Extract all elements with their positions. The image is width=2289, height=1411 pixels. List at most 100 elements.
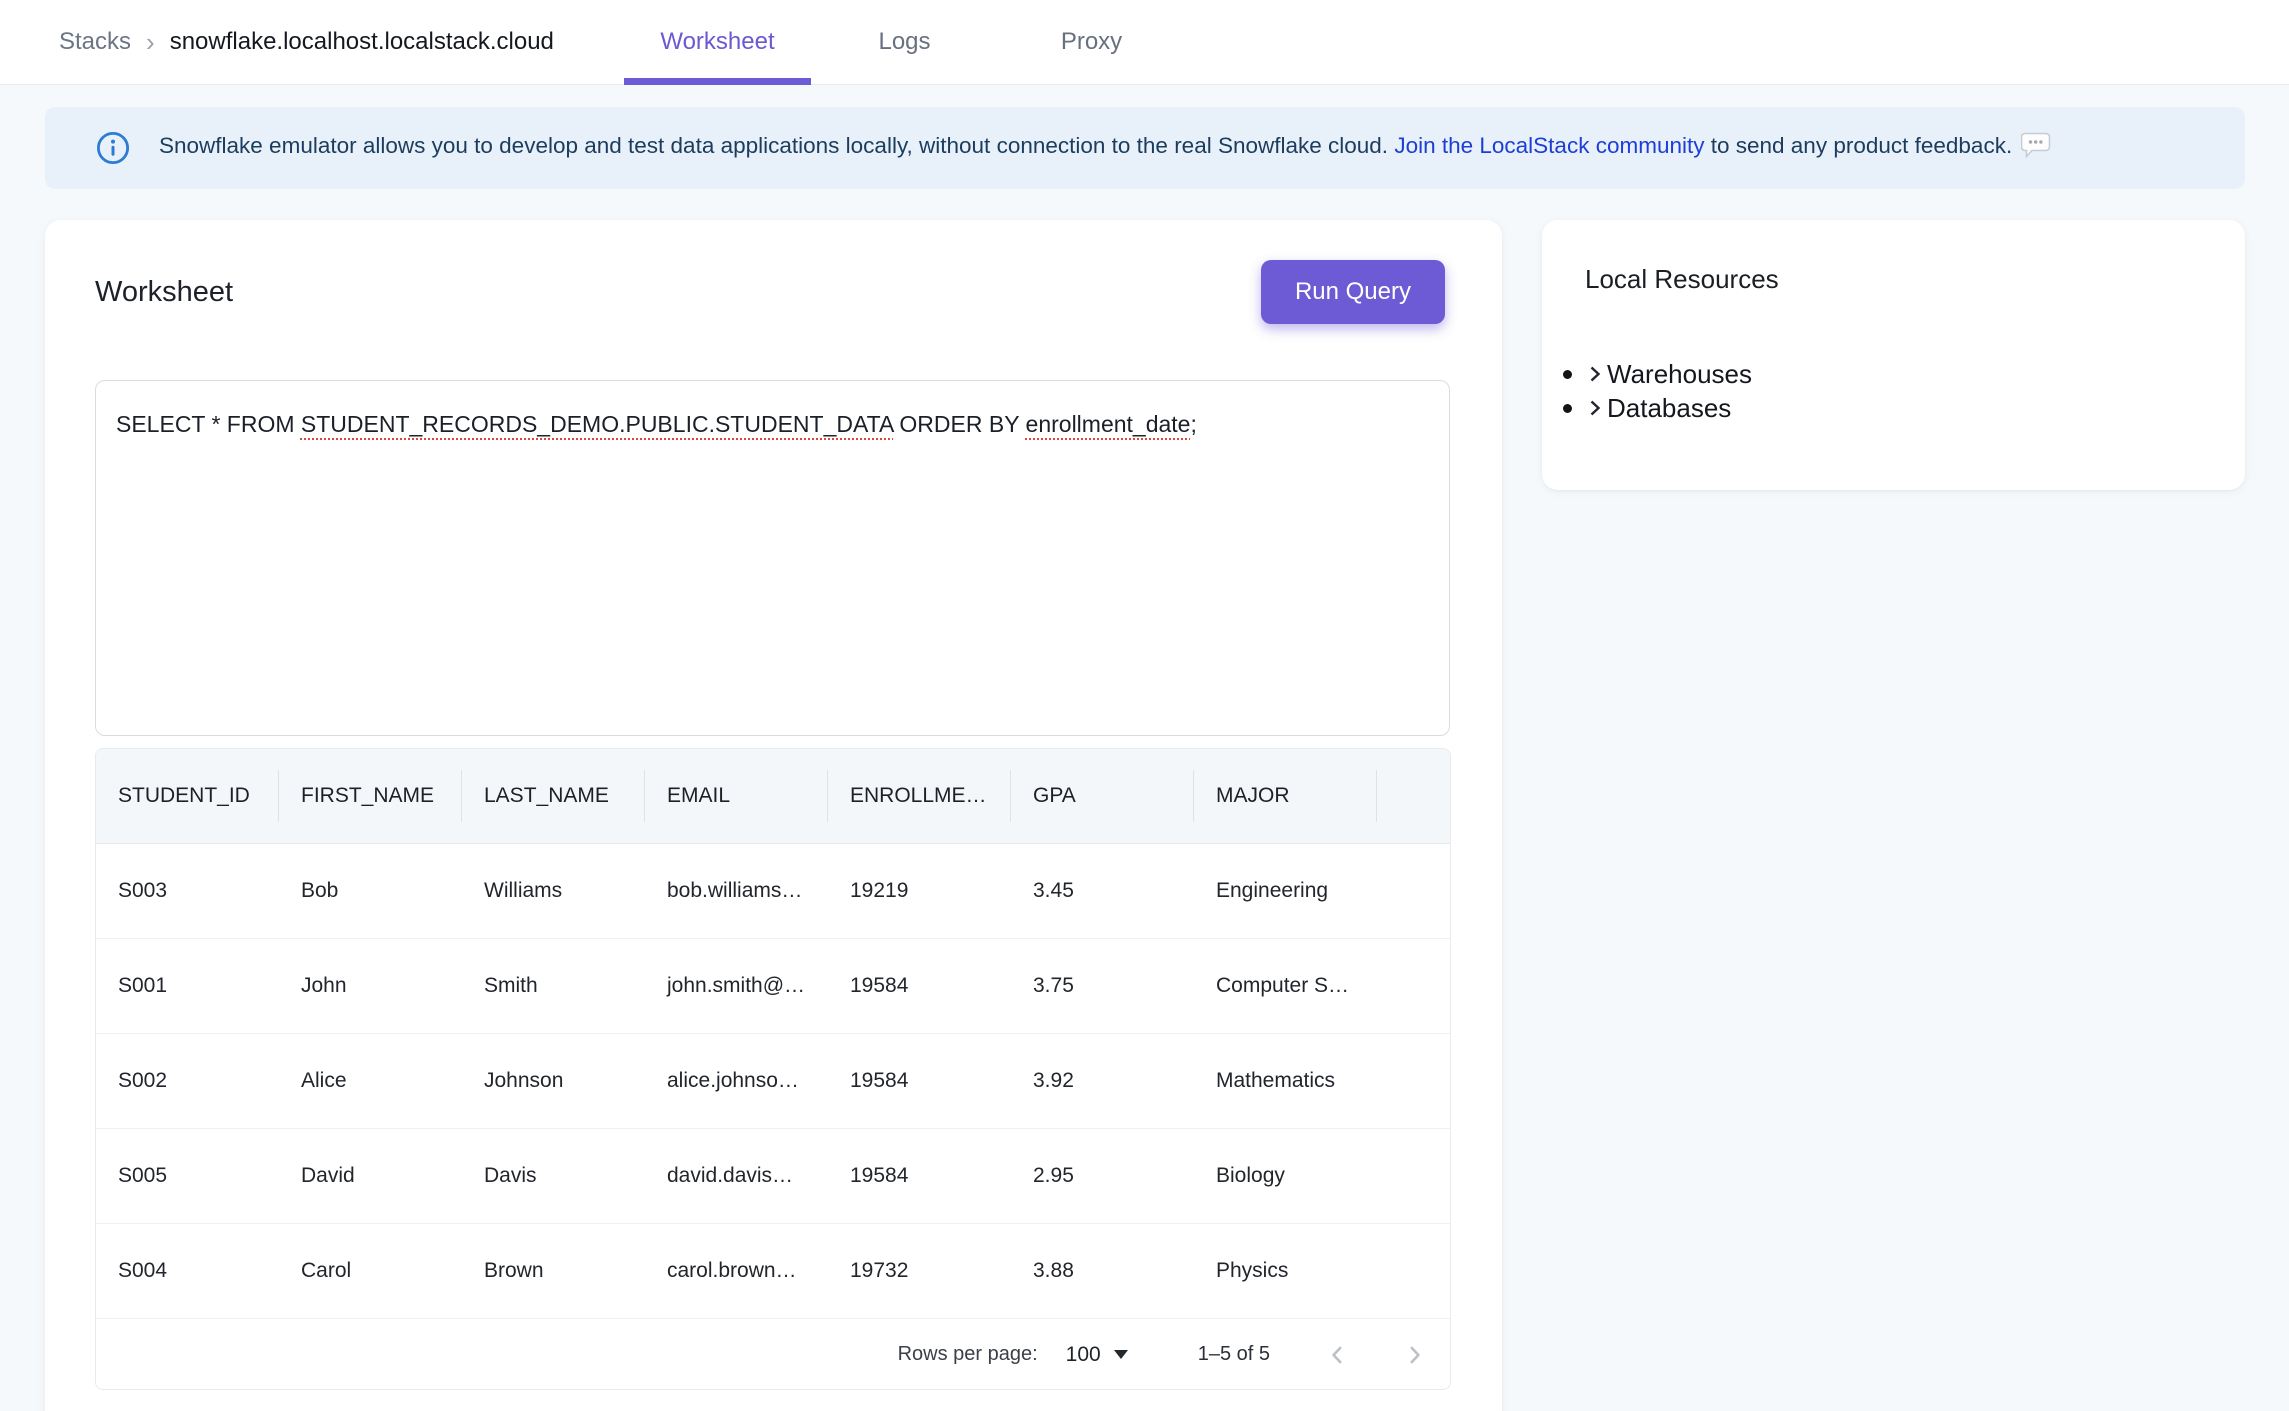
localstack-community-link[interactable]: Join the LocalStack community xyxy=(1394,133,1704,158)
table-cell: 19732 xyxy=(828,1224,1011,1318)
run-query-button[interactable]: Run Query xyxy=(1261,260,1445,324)
banner-message: Snowflake emulator allows you to develop… xyxy=(159,131,2051,165)
banner-text-after-link: to send any product feedback. xyxy=(1704,133,2012,158)
table-cell: 3.92 xyxy=(1011,1034,1194,1128)
column-header-student-id[interactable]: STUDENT_ID xyxy=(96,749,279,843)
resource-item-databases[interactable]: Databases xyxy=(1563,391,2225,425)
breadcrumb-separator: › xyxy=(146,27,155,58)
pagination-range: 1–5 of 5 xyxy=(1198,1343,1270,1366)
bullet-icon xyxy=(1563,370,1572,379)
active-tab-indicator xyxy=(624,78,811,85)
table-cell: Physics xyxy=(1194,1224,1377,1318)
tab-bar: Worksheet Logs Proxy xyxy=(624,0,1185,84)
table-cell: carol.brown… xyxy=(645,1224,828,1318)
table-cell-filler xyxy=(1377,1224,1450,1318)
bullet-icon xyxy=(1563,404,1572,413)
column-header-major[interactable]: MAJOR xyxy=(1194,749,1377,843)
rows-per-page-select[interactable]: 100 xyxy=(1066,1343,1128,1367)
table-cell: john.smith@… xyxy=(645,939,828,1033)
previous-page-button[interactable] xyxy=(1316,1334,1358,1376)
table-cell: Smith xyxy=(462,939,645,1033)
table-cell: Computer S… xyxy=(1194,939,1377,1033)
results-table: STUDENT_ID FIRST_NAME LAST_NAME EMAIL EN… xyxy=(95,748,1451,1390)
table-cell: 2.95 xyxy=(1011,1129,1194,1223)
tab-proxy-label: Proxy xyxy=(1061,28,1122,56)
table-cell-filler xyxy=(1377,1034,1450,1128)
tab-proxy[interactable]: Proxy xyxy=(998,0,1185,84)
sql-table-identifier: STUDENT_RECORDS_DEMO.PUBLIC.STUDENT_DATA xyxy=(301,411,893,437)
local-resources-title: Local Resources xyxy=(1585,264,1779,295)
tab-worksheet-label: Worksheet xyxy=(660,28,774,56)
table-row[interactable]: S003 Bob Williams bob.williams… 19219 3.… xyxy=(96,844,1450,939)
table-cell: 3.88 xyxy=(1011,1224,1194,1318)
table-cell-filler xyxy=(1377,844,1450,938)
resource-item-warehouses[interactable]: Warehouses xyxy=(1563,357,2225,391)
table-row[interactable]: S002 Alice Johnson alice.johnso… 19584 3… xyxy=(96,1034,1450,1129)
table-cell: 19584 xyxy=(828,939,1011,1033)
table-row[interactable]: S005 David Davis david.davis… 19584 2.95… xyxy=(96,1129,1450,1224)
table-cell: alice.johnso… xyxy=(645,1034,828,1128)
table-cell: John xyxy=(279,939,462,1033)
info-icon xyxy=(95,130,131,166)
table-cell-filler xyxy=(1377,939,1450,1033)
column-header-enrollment-date[interactable]: ENROLLME… xyxy=(828,749,1011,843)
tab-logs[interactable]: Logs xyxy=(811,0,998,84)
info-banner: Snowflake emulator allows you to develop… xyxy=(45,107,2245,189)
column-header-first-name[interactable]: FIRST_NAME xyxy=(279,749,462,843)
column-header-last-name[interactable]: LAST_NAME xyxy=(462,749,645,843)
table-cell: Brown xyxy=(462,1224,645,1318)
table-cell: Engineering xyxy=(1194,844,1377,938)
worksheet-card: Worksheet Run Query SELECT * FROM STUDEN… xyxy=(45,220,1502,1411)
table-cell: Davis xyxy=(462,1129,645,1223)
table-cell: 3.45 xyxy=(1011,844,1194,938)
table-cell: Carol xyxy=(279,1224,462,1318)
top-navigation-bar: Stacks › snowflake.localhost.localstack.… xyxy=(0,0,2289,85)
worksheet-header: Worksheet Run Query xyxy=(95,260,1445,324)
sql-text-part2: ORDER BY xyxy=(893,411,1026,437)
table-cell: david.davis… xyxy=(645,1129,828,1223)
table-cell: Mathematics xyxy=(1194,1034,1377,1128)
table-cell: Alice xyxy=(279,1034,462,1128)
rows-per-page-label: Rows per page: xyxy=(898,1343,1038,1366)
next-page-button[interactable] xyxy=(1394,1334,1436,1376)
chevron-left-icon xyxy=(1324,1342,1350,1368)
table-cell: S002 xyxy=(96,1034,279,1128)
table-cell: David xyxy=(279,1129,462,1223)
breadcrumb: Stacks › snowflake.localhost.localstack.… xyxy=(59,0,554,84)
tab-worksheet[interactable]: Worksheet xyxy=(624,0,811,84)
sql-text-part3: ; xyxy=(1190,411,1196,437)
column-header-gpa[interactable]: GPA xyxy=(1011,749,1194,843)
caret-down-icon xyxy=(1114,1350,1128,1359)
chevron-right-icon xyxy=(1586,396,1604,420)
breadcrumb-current-stack: snowflake.localhost.localstack.cloud xyxy=(170,28,554,56)
breadcrumb-stacks-link[interactable]: Stacks xyxy=(59,28,131,56)
rows-per-page-value: 100 xyxy=(1066,1343,1101,1367)
table-cell: S005 xyxy=(96,1129,279,1223)
table-cell: Johnson xyxy=(462,1034,645,1128)
table-cell: S004 xyxy=(96,1224,279,1318)
chevron-right-icon xyxy=(1586,362,1604,386)
speech-balloon-icon xyxy=(2021,131,2051,165)
column-header-email[interactable]: EMAIL xyxy=(645,749,828,843)
table-cell: S003 xyxy=(96,844,279,938)
table-cell: 19219 xyxy=(828,844,1011,938)
column-header-filler xyxy=(1377,749,1450,843)
table-row[interactable]: S004 Carol Brown carol.brown… 19732 3.88… xyxy=(96,1224,1450,1319)
resource-item-label: Databases xyxy=(1607,393,1731,424)
chevron-right-icon xyxy=(1402,1342,1428,1368)
sql-editor[interactable]: SELECT * FROM STUDENT_RECORDS_DEMO.PUBLI… xyxy=(95,380,1450,736)
resources-list: Warehouses Databases xyxy=(1563,357,2225,425)
table-cell: Williams xyxy=(462,844,645,938)
sql-text-part1: SELECT * FROM xyxy=(116,411,301,437)
snowflake-emulator-page: Stacks › snowflake.localhost.localstack.… xyxy=(0,0,2289,1411)
table-cell: 3.75 xyxy=(1011,939,1194,1033)
table-row[interactable]: S001 John Smith john.smith@… 19584 3.75 … xyxy=(96,939,1450,1034)
table-cell: 19584 xyxy=(828,1034,1011,1128)
table-body: S003 Bob Williams bob.williams… 19219 3.… xyxy=(96,844,1450,1319)
table-cell: Bob xyxy=(279,844,462,938)
local-resources-card: Local Resources Warehouses Databases xyxy=(1542,220,2245,490)
sql-column-identifier: enrollment_date xyxy=(1026,411,1191,437)
resource-item-label: Warehouses xyxy=(1607,359,1752,390)
table-cell: S001 xyxy=(96,939,279,1033)
tab-logs-label: Logs xyxy=(878,28,930,56)
